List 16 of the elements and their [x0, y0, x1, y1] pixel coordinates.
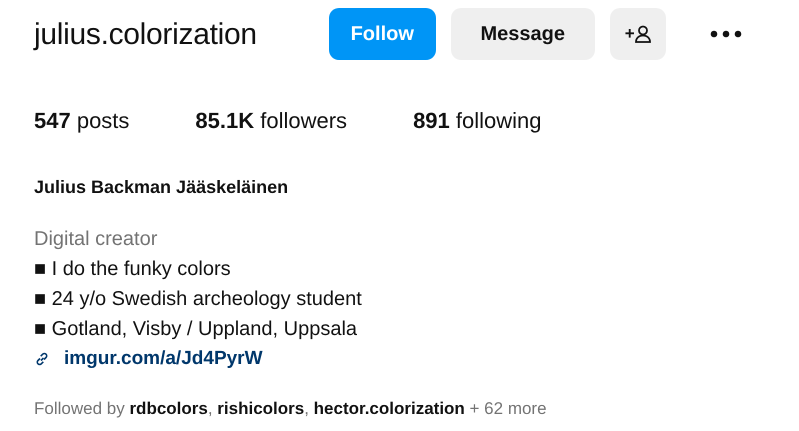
category-label: Digital creator: [34, 227, 158, 252]
profile-stat[interactable]: 891 following: [413, 104, 542, 137]
full-name: Julius Backman Jääskeläinen: [34, 176, 290, 199]
message-button[interactable]: Message: [450, 8, 595, 60]
profile-stat[interactable]: 85.1K followers: [195, 104, 348, 137]
followed-by-text: Followed by rdbcolors, rishicolors, hector.colorization + 62 more: [34, 398, 548, 420]
more-icon: [710, 30, 742, 38]
bio-link[interactable]: imgur.com/a/Jd4PyrW: [64, 344, 263, 374]
suggest-button[interactable]: +: [610, 8, 666, 60]
username: julius.colorization: [34, 16, 257, 52]
person-icon: [634, 25, 651, 43]
link-icon: [34, 351, 50, 367]
bio-line: ■ Gotland, Visby / Uppland, Uppsala: [34, 317, 358, 342]
profile-stat[interactable]: 547 posts: [34, 104, 130, 137]
bio-line: ■ 24 y/o Swedish archeology student: [34, 287, 363, 312]
bio-line: ■ I do the funky colors: [34, 257, 232, 282]
